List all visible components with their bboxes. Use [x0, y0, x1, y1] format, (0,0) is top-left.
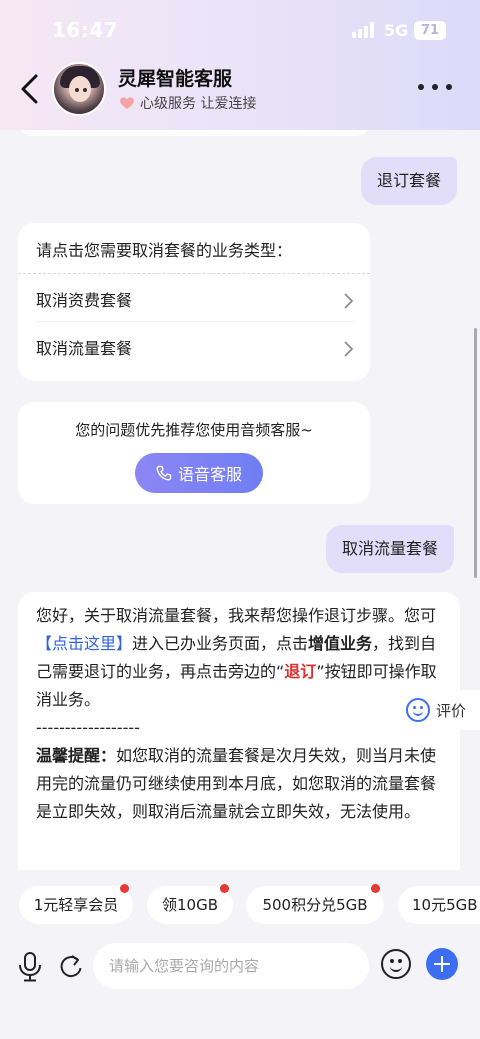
tip-label: 温馨提醒：	[36, 746, 117, 765]
chip-2[interactable]: 领10GB	[147, 884, 233, 924]
answer-card: 您好，关于取消流量套餐，我来帮您操作退订步骤。您可【点击这里】进入已办业务页面，…	[18, 592, 460, 870]
smile-icon	[406, 698, 430, 722]
menu-item-label: 取消流量套餐	[36, 339, 133, 358]
phone-icon	[156, 465, 172, 481]
click-here-link[interactable]: 【点击这里】	[36, 634, 132, 653]
scrollbar[interactable]	[474, 328, 477, 578]
user-message-1: 退订套餐	[361, 157, 458, 205]
voice-card-text: 您的问题优先推荐您使用音频客服~	[75, 421, 313, 439]
menu-item-cancel-tariff[interactable]: 取消资费套餐	[36, 279, 354, 323]
subtitle-text: 心级服务 让爱连接	[140, 96, 257, 112]
chip-label: 500积分兑5GB	[262, 896, 368, 914]
message-input[interactable]: 请输入您要咨询的内容	[93, 943, 369, 989]
red-dot-badge	[220, 884, 229, 893]
menu-card-title: 请点击您需要取消套餐的业务类型：	[36, 241, 293, 260]
chip-3[interactable]: 500积分兑5GB	[246, 884, 384, 924]
refresh-icon[interactable]	[58, 952, 84, 980]
unsubscribe-highlight: 退订	[284, 662, 317, 681]
dashed-divider	[18, 273, 370, 274]
microphone-icon[interactable]	[18, 952, 42, 982]
chevron-right-icon	[344, 341, 354, 357]
user-message-2: 取消流量套餐	[326, 525, 455, 573]
header-background: 16:47 5G 71 灵犀智能客服 心级服务 让爱连接	[0, 0, 480, 130]
battery-icon: 71	[414, 21, 446, 40]
chip-label: 1元轻享会员	[33, 896, 119, 914]
status-bar: 16:47 5G 71	[0, 0, 480, 60]
signal-icon	[352, 22, 376, 38]
avatar[interactable]	[52, 62, 106, 116]
voice-service-button[interactable]: 语音客服	[135, 453, 263, 493]
voice-service-card: 您的问题优先推荐您使用音频客服~ 语音客服	[18, 402, 370, 504]
chip-1[interactable]: 1元轻享会员	[19, 884, 133, 924]
answer-part: 进入已办业务页面，点击	[132, 634, 309, 653]
red-dot-badge	[120, 884, 129, 893]
plus-icon[interactable]	[426, 948, 458, 980]
separator-line: ------------------	[36, 718, 140, 737]
chip-label: 领10GB	[161, 896, 218, 914]
back-arrow-icon[interactable]	[20, 74, 40, 104]
header-subtitle: 心级服务 让爱连接	[118, 93, 256, 113]
chip-4[interactable]: 10元5GB	[398, 886, 480, 924]
red-dot-badge	[371, 884, 380, 893]
rate-button[interactable]: 评价	[400, 690, 480, 730]
chip-label: 10元5GB	[412, 896, 478, 914]
menu-card: 请点击您需要取消套餐的业务类型： 取消资费套餐 取消流量套餐	[18, 223, 370, 381]
input-bar: 请输入您要咨询的内容	[0, 940, 480, 996]
heart-icon	[120, 97, 134, 109]
chat-area[interactable]: 退订套餐 请点击您需要取消套餐的业务类型： 取消资费套餐 取消流量套餐 您的问题…	[0, 130, 480, 870]
page-title: 灵犀智能客服	[118, 68, 233, 90]
nav-bar: 灵犀智能客服 心级服务 让爱连接	[0, 58, 480, 120]
divider	[36, 321, 354, 322]
voice-button-label: 语音客服	[177, 465, 242, 484]
status-time: 16:47	[52, 18, 119, 42]
value-added-service-text: 增值业务	[308, 634, 373, 653]
more-options-icon[interactable]	[418, 84, 452, 92]
menu-item-cancel-data[interactable]: 取消流量套餐	[36, 327, 354, 371]
menu-item-label: 取消资费套餐	[36, 291, 133, 310]
quick-reply-chips: 1元轻享会员 领10GB 500积分兑5GB 10元5GB	[0, 882, 480, 928]
emoji-icon[interactable]	[381, 949, 411, 979]
network-type: 5G	[384, 21, 409, 40]
answer-part: 您好，关于取消流量套餐，我来帮您操作退订步骤。您可	[36, 606, 437, 625]
answer-text: 您好，关于取消流量套餐，我来帮您操作退订步骤。您可【点击这里】进入已办业务页面，…	[36, 602, 446, 826]
rate-label: 评价	[436, 701, 467, 720]
chevron-right-icon	[344, 293, 354, 309]
previous-message-stub	[18, 130, 370, 136]
